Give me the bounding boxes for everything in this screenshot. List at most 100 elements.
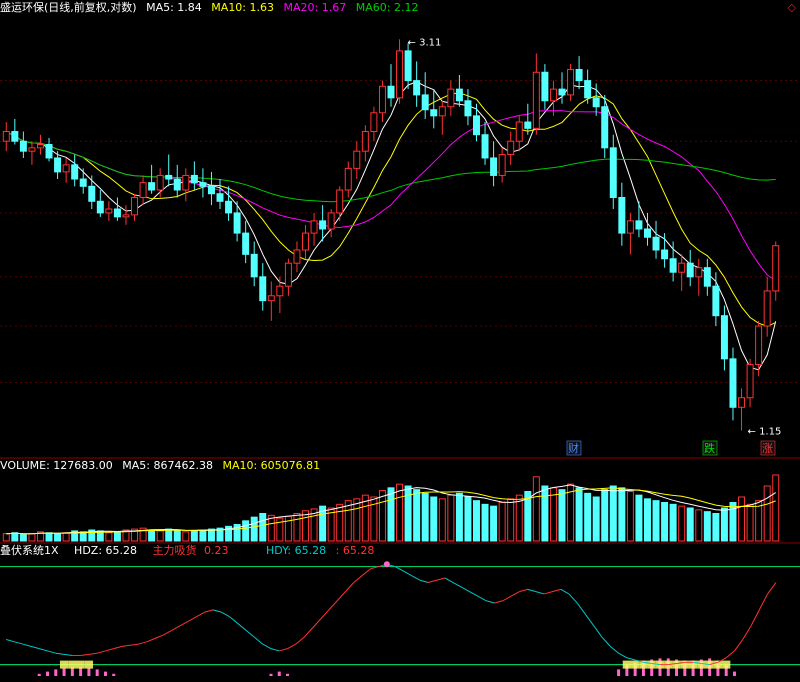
candle bbox=[267, 281, 275, 321]
candle bbox=[635, 201, 643, 238]
hdy-segment bbox=[295, 636, 305, 645]
candle bbox=[310, 212, 318, 246]
candle bbox=[88, 175, 96, 210]
volume-bar bbox=[438, 498, 446, 542]
hdy-segment bbox=[336, 591, 346, 602]
hdz-label: HDZ: 65.28 bbox=[74, 544, 138, 557]
main-value: 0.23 bbox=[204, 544, 229, 557]
volume-bar bbox=[601, 489, 609, 542]
candle bbox=[507, 131, 515, 165]
extra-label: : 65.28 bbox=[335, 544, 375, 557]
volume-bar bbox=[19, 534, 27, 542]
hdy-segment bbox=[742, 625, 752, 640]
volume-bar bbox=[669, 503, 677, 542]
candle bbox=[541, 64, 549, 110]
base-fill bbox=[672, 660, 681, 669]
price-header: 盛运环保(日线,前复权,对数) MA5: 1.84 MA10: 1.63 MA2… bbox=[0, 1, 424, 15]
candle bbox=[772, 241, 780, 301]
candle bbox=[592, 83, 600, 116]
volume-bar bbox=[652, 500, 660, 542]
ma20-line bbox=[6, 110, 776, 282]
accumulate-bar bbox=[269, 673, 273, 676]
volume-bar bbox=[430, 496, 438, 542]
volume-bar bbox=[498, 502, 506, 542]
candle bbox=[524, 103, 532, 135]
volume-bar bbox=[54, 533, 62, 542]
hdy-segment bbox=[601, 636, 611, 647]
hdy-segment bbox=[734, 639, 744, 652]
candle bbox=[284, 258, 292, 296]
volume-bar bbox=[703, 511, 711, 542]
candle bbox=[712, 272, 720, 327]
hdy-segment bbox=[229, 616, 239, 624]
candle bbox=[755, 320, 763, 377]
candle bbox=[344, 161, 352, 198]
hdy-segment bbox=[245, 630, 255, 638]
volume-bar bbox=[11, 532, 19, 542]
hdy-segment bbox=[270, 648, 280, 652]
volume-bar bbox=[293, 513, 301, 542]
candle bbox=[720, 305, 728, 371]
ma60-label: MA60: 2.12 bbox=[355, 1, 419, 14]
accumulate-bar bbox=[95, 669, 99, 676]
volume-bar bbox=[661, 502, 669, 542]
chart-canvas: ← 3.11 ← 1.15 财 跌 涨 bbox=[0, 37, 800, 676]
hdy-segment bbox=[543, 591, 553, 595]
candle bbox=[481, 122, 489, 165]
hdy-peak-dot bbox=[383, 561, 390, 568]
event-badge-die[interactable]: 跌 bbox=[702, 440, 718, 456]
volume-bar bbox=[62, 532, 70, 542]
ma10-line bbox=[6, 92, 776, 327]
hdy-segment bbox=[138, 641, 147, 645]
candle bbox=[105, 201, 113, 221]
hdy-segment bbox=[171, 625, 181, 631]
volume-bar bbox=[618, 487, 626, 542]
diamond-icon[interactable]: ◇ bbox=[788, 1, 796, 14]
candle bbox=[618, 182, 626, 246]
hdy-segment bbox=[758, 593, 769, 611]
candle bbox=[259, 263, 267, 311]
event-badge-zhang[interactable]: 涨 bbox=[760, 440, 776, 456]
candle bbox=[558, 72, 566, 104]
hdy-segment bbox=[767, 582, 777, 595]
candle bbox=[396, 39, 404, 104]
volume-bar bbox=[592, 496, 600, 542]
volume-bar bbox=[481, 503, 489, 542]
volume-bar bbox=[720, 507, 728, 542]
ma20-label: MA20: 1.67 bbox=[283, 1, 347, 14]
volume-bar bbox=[626, 491, 634, 542]
volume-bar bbox=[695, 509, 703, 542]
hdy-segment bbox=[725, 650, 735, 659]
volume-bar bbox=[473, 500, 480, 542]
volume-bar bbox=[490, 505, 498, 542]
hdy-segment bbox=[163, 629, 172, 636]
hdy-segment bbox=[568, 593, 578, 604]
hdy-segment bbox=[593, 625, 603, 638]
hdy-segment bbox=[204, 609, 214, 613]
hdy-segment bbox=[105, 648, 114, 652]
candle bbox=[421, 72, 429, 119]
candle bbox=[173, 164, 181, 198]
candle bbox=[729, 347, 737, 421]
hdy-segment bbox=[494, 600, 503, 604]
hdy-segment bbox=[394, 566, 404, 572]
event-badge-cai[interactable]: 财 bbox=[566, 440, 582, 456]
volume-bar bbox=[173, 529, 181, 542]
hdy-segment bbox=[618, 652, 628, 659]
hdy-segment bbox=[610, 645, 619, 654]
hdy-segment bbox=[510, 591, 520, 597]
candle bbox=[353, 141, 361, 180]
volume-bar bbox=[507, 498, 515, 542]
candle bbox=[763, 276, 771, 337]
candle bbox=[207, 171, 215, 206]
volume-bar bbox=[113, 531, 121, 542]
volume-bar bbox=[387, 487, 395, 542]
hdy-segment bbox=[88, 652, 98, 655]
indicator-name: 叠伏系统1X bbox=[0, 544, 59, 557]
hdy-segment bbox=[428, 579, 437, 584]
accumulate-bar bbox=[54, 669, 58, 676]
candle bbox=[199, 168, 207, 198]
volume-bar bbox=[678, 505, 686, 542]
hdy-segment bbox=[237, 623, 247, 631]
hdy-segment bbox=[312, 618, 322, 629]
